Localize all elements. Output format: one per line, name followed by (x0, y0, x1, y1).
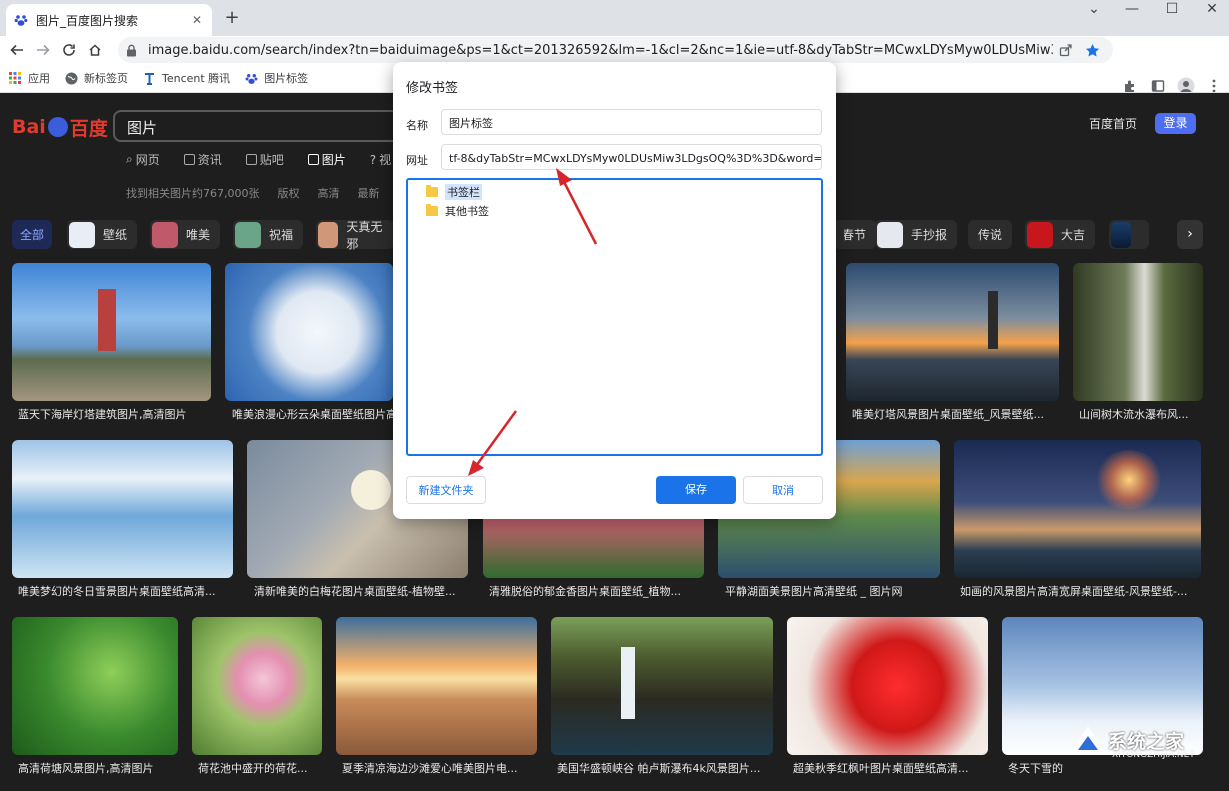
annotation-arrows (468, 168, 598, 476)
watermark-subtitle: XITONGZHIJIA.NET (1112, 750, 1195, 760)
watermark-logo-icon (1072, 726, 1104, 750)
arrow-to-url-field (556, 168, 598, 245)
watermark: 系统之家 XITONGZHIJIA.NET (1068, 720, 1195, 760)
arrow-to-new-folder (468, 410, 518, 476)
